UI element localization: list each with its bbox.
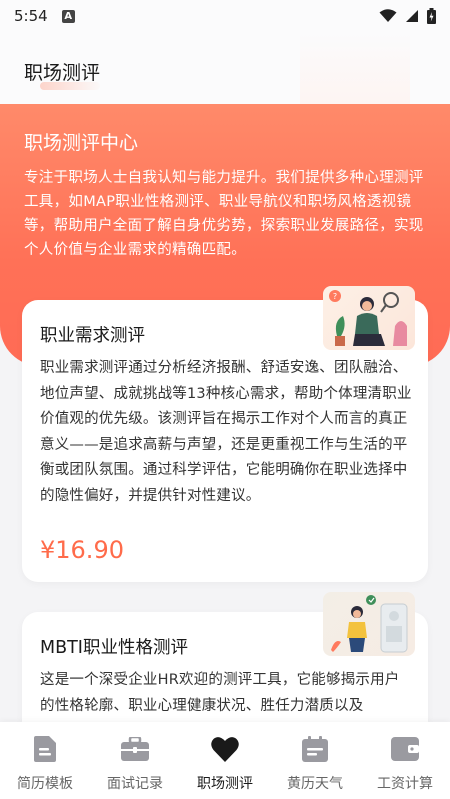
battery-icon <box>427 8 436 24</box>
card-description: 职业需求测评通过分析经济报酬、舒适安逸、团队融洽、地位声望、成就挑战等13种核心… <box>40 360 412 504</box>
banner-title: 职场测评中心 <box>24 132 139 154</box>
nav-label: 面试记录 <box>107 776 163 792</box>
svg-text:?: ? <box>333 292 337 301</box>
career-illustration-icon: ? <box>323 286 415 350</box>
nav-label: 黄历天气 <box>287 776 343 792</box>
calendar-icon <box>300 734 330 764</box>
notification-a-icon: A <box>61 9 75 23</box>
signal-icon <box>406 10 418 22</box>
bottom-nav: 简历模板 面试记录 职场测评 黄历天气 工资计算 <box>0 722 450 799</box>
status-time: 5:54 <box>14 7 48 25</box>
nav-label: 简历模板 <box>17 776 73 792</box>
heart-icon <box>210 734 240 764</box>
nav-item-interview[interactable]: 面试记录 <box>90 722 180 793</box>
nav-label: 职场测评 <box>197 776 253 792</box>
briefcase-icon <box>120 734 150 764</box>
nav-item-almanac[interactable]: 黄历天气 <box>270 722 360 793</box>
card-price: ¥16.90 <box>40 536 124 564</box>
nav-item-assessment[interactable]: 职场测评 <box>180 722 270 793</box>
wifi-icon <box>379 9 397 22</box>
wallet-icon <box>390 734 420 764</box>
card-title: MBTI职业性格测评 <box>40 638 188 658</box>
nav-item-salary[interactable]: 工资计算 <box>360 722 450 793</box>
app-header: 职场测评 <box>0 32 450 104</box>
nav-label: 工资计算 <box>377 776 433 792</box>
banner-description: 专注于职场人士自我认知与能力提升。我们提供多种心理测评工具，如MAP职业性格测评… <box>24 170 424 258</box>
status-bar: 5:54 A <box>0 0 450 32</box>
page-title: 职场测评 <box>24 62 101 84</box>
resume-icon <box>30 734 60 764</box>
personality-illustration-icon <box>323 592 415 656</box>
nav-item-resume[interactable]: 简历模板 <box>0 722 90 793</box>
card-description: 这是一个深受企业HR欢迎的测评工具，它能够揭示用户的性格轮廓、职业心理健康状况、… <box>40 672 400 714</box>
card-title: 职业需求测评 <box>40 326 145 346</box>
